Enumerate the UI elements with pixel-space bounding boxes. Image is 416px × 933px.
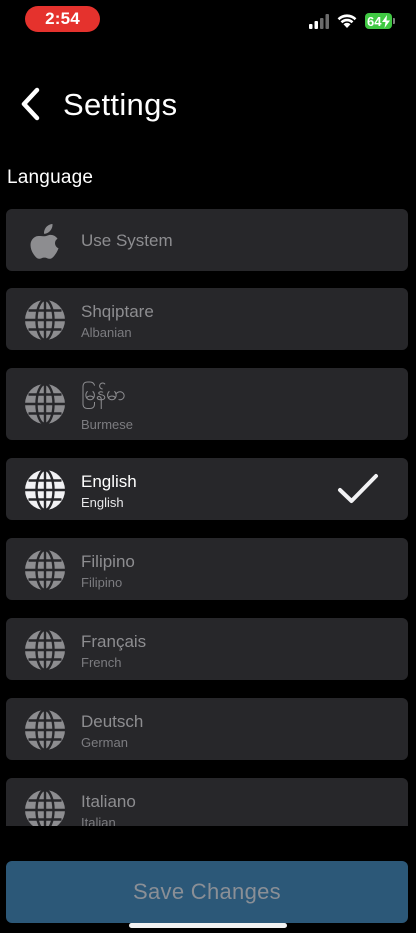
globe-icon bbox=[25, 468, 65, 512]
language-subtitle: Burmese bbox=[81, 417, 134, 432]
language-name: မြန်မာ bbox=[81, 383, 126, 405]
language-subtitle: Italian bbox=[81, 815, 116, 826]
language-subtitle: German bbox=[81, 735, 128, 750]
language-name: Français bbox=[81, 632, 147, 651]
language-item-italian[interactable]: Italiano Italian bbox=[6, 778, 408, 826]
save-changes-button[interactable]: Save Changes bbox=[6, 861, 408, 923]
language-item-burmese[interactable]: မြန်မာ Burmese bbox=[6, 368, 408, 440]
section-title: Language bbox=[7, 167, 94, 188]
home-indicator[interactable] bbox=[129, 923, 287, 928]
status-bar: 2:54 64 bbox=[0, 0, 416, 44]
language-subtitle: Filipino bbox=[81, 575, 123, 590]
globe-icon bbox=[25, 382, 65, 426]
globe-icon bbox=[25, 298, 65, 342]
language-item-use-system[interactable]: Use System bbox=[6, 209, 408, 271]
globe-icon bbox=[25, 548, 65, 592]
language-name: Deutsch bbox=[81, 712, 144, 731]
charging-bolt-icon bbox=[382, 15, 390, 28]
language-item-albanian[interactable]: Shqiptare Albanian bbox=[6, 288, 408, 350]
globe-icon bbox=[25, 628, 65, 672]
language-subtitle: French bbox=[81, 655, 122, 670]
signal-icon bbox=[309, 14, 329, 29]
language-name: Italiano bbox=[81, 792, 136, 811]
battery-cap bbox=[393, 18, 395, 24]
language-item-english[interactable]: English English bbox=[6, 458, 408, 520]
language-item-german[interactable]: Deutsch German bbox=[6, 698, 408, 760]
apple-icon bbox=[30, 224, 59, 259]
page-title: Settings bbox=[63, 87, 178, 122]
language-item-french[interactable]: Français French bbox=[6, 618, 408, 680]
wifi-icon bbox=[337, 14, 357, 28]
status-time: 2:54 bbox=[25, 6, 100, 32]
language-item-filipino[interactable]: Filipino Filipino bbox=[6, 538, 408, 600]
back-button[interactable] bbox=[10, 82, 50, 126]
language-name: English bbox=[81, 472, 137, 491]
language-name: Filipino bbox=[81, 552, 135, 571]
language-subtitle: Albanian bbox=[81, 325, 132, 340]
chevron-left-icon bbox=[21, 87, 40, 121]
language-list[interactable]: Use System Shqiptare Albanian မြန်မာ Bur… bbox=[0, 204, 416, 826]
language-name: Use System bbox=[81, 231, 173, 250]
battery-level: 64 bbox=[367, 13, 382, 29]
globe-icon bbox=[25, 788, 65, 826]
language-name: Shqiptare bbox=[81, 302, 154, 321]
checkmark-icon bbox=[338, 474, 378, 503]
language-subtitle: English bbox=[81, 495, 124, 510]
globe-icon bbox=[25, 708, 65, 752]
header: Settings bbox=[0, 76, 416, 140]
